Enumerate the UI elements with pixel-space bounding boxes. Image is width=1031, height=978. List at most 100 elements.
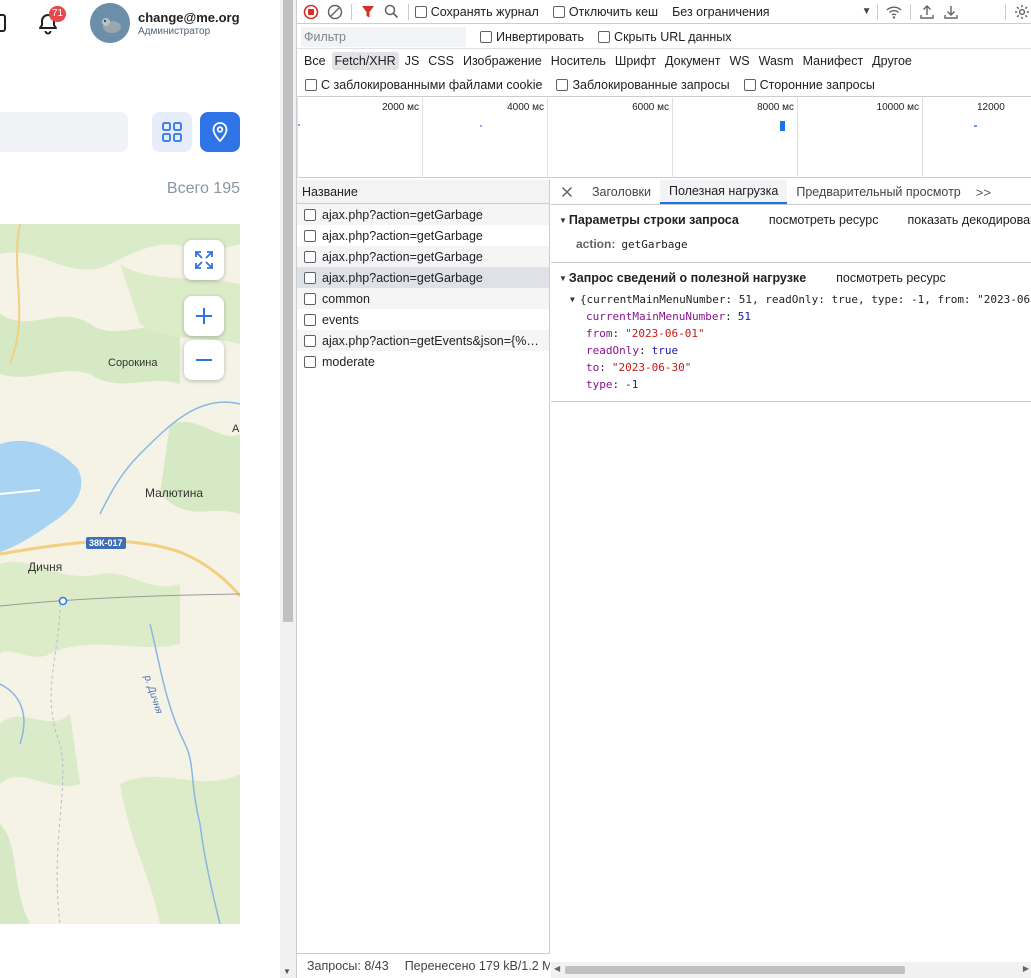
road-number-badge: 38К-017 <box>86 537 126 549</box>
disable-cache-checkbox[interactable]: Отключить кеш <box>552 5 658 19</box>
more-tabs-icon[interactable]: >> <box>970 180 997 204</box>
request-name: ajax.php?action=getGarbage <box>322 207 483 222</box>
request-checkbox[interactable] <box>304 271 316 284</box>
toolbar-divider <box>407 3 409 20</box>
payload-object-summary[interactable]: ▼ {currentMainMenuNumber: 51, readOnly: … <box>551 290 1031 308</box>
details-horizontal-scrollbar[interactable]: ◀ ▶ <box>551 962 1031 978</box>
param-value: getGarbage <box>621 237 688 251</box>
invert-checkbox[interactable]: Инвертировать <box>480 30 584 44</box>
expand-icon <box>195 251 213 269</box>
view-decoded-link[interactable]: показать декодированн <box>908 213 1031 227</box>
throttling-select[interactable]: Без ограничения <box>672 5 770 19</box>
type-filter-8[interactable]: WS <box>726 52 752 70</box>
type-filter-9[interactable]: Wasm <box>756 52 797 70</box>
filter-input[interactable]: Фильтр <box>301 26 466 47</box>
request-row[interactable]: common <box>297 288 549 309</box>
payload-field-key: currentMainMenuNumber <box>586 310 726 323</box>
blocked-cookies-checkbox[interactable]: С заблокированными файлами cookie <box>305 78 542 92</box>
user-avatar[interactable] <box>90 3 130 43</box>
blocked-requests-checkbox[interactable]: Заблокированные запросы <box>556 78 730 92</box>
type-filter-7[interactable]: Документ <box>662 52 723 70</box>
zoom-in-button[interactable] <box>184 296 224 336</box>
partial-toolbar-icon[interactable] <box>0 14 6 32</box>
preserve-log-checkbox[interactable]: Сохранять журнал <box>414 4 539 19</box>
type-filter-11[interactable]: Другое <box>869 52 915 70</box>
user-email[interactable]: change@me.org <box>138 10 240 25</box>
hide-data-urls-label: Скрыть URL данных <box>614 29 732 44</box>
payload-field-row: currentMainMenuNumber:51 <box>586 310 751 323</box>
type-filter-4[interactable]: Изображение <box>460 52 545 70</box>
view-source-link[interactable]: посмотреть ресурс <box>836 271 946 285</box>
type-filter-6[interactable]: Шрифт <box>612 52 659 70</box>
param-key: action: <box>576 237 616 251</box>
request-checkbox[interactable] <box>304 313 316 326</box>
tab-payload[interactable]: Полезная нагрузка <box>659 180 788 204</box>
grid-view-button[interactable] <box>152 112 192 152</box>
scrollbar-thumb[interactable] <box>283 0 293 622</box>
scroll-right-arrow-icon[interactable]: ▶ <box>1023 964 1029 973</box>
type-filter-0[interactable]: Все <box>301 52 329 70</box>
map-view[interactable]: Сорокина Малютина Дичня А 38К-017 р. Дич… <box>0 224 240 924</box>
record-stop-icon[interactable] <box>301 0 321 24</box>
third-party-checkbox[interactable]: Сторонние запросы <box>743 78 875 92</box>
gear-icon[interactable] <box>1012 0 1031 24</box>
map-view-button[interactable] <box>200 112 240 152</box>
filter-icon[interactable] <box>358 0 378 24</box>
request-row[interactable]: ajax.php?action=getGarbage <box>297 204 549 225</box>
request-name: ajax.php?action=getGarbage <box>322 249 483 264</box>
request-checkbox[interactable] <box>304 250 316 263</box>
request-row[interactable]: ajax.php?action=getGarbage <box>297 225 549 246</box>
request-checkbox[interactable] <box>304 229 316 242</box>
hide-data-urls-checkbox[interactable]: Скрыть URL данных <box>598 29 732 44</box>
type-filter-5[interactable]: Носитель <box>548 52 609 70</box>
collapse-triangle-icon[interactable]: ▼ <box>559 274 567 283</box>
query-string-title[interactable]: Параметры строки запроса <box>569 213 739 227</box>
tab-preview[interactable]: Предварительный просмотр <box>787 180 969 204</box>
fullscreen-button[interactable] <box>184 240 224 280</box>
request-row[interactable]: ajax.php?action=getEvents&json={%22... <box>297 330 549 351</box>
page-scrollbar[interactable]: ▼ <box>280 0 296 978</box>
upload-icon[interactable] <box>917 0 937 24</box>
scrollbar-thumb[interactable] <box>565 966 905 974</box>
timeline-tick-label: 6000 мс <box>632 102 669 113</box>
zoom-out-button[interactable] <box>184 340 224 380</box>
request-row[interactable]: events <box>297 309 549 330</box>
network-conditions-icon[interactable] <box>884 0 904 24</box>
search-icon[interactable] <box>382 0 402 24</box>
network-toolbar: Сохранять журнал Отключить кеш Без огран… <box>297 0 1031 24</box>
request-row[interactable]: ajax.php?action=getGarbage <box>297 267 549 288</box>
preserve-log-label: Сохранять журнал <box>430 4 539 19</box>
timeline-tick-label: 4000 мс <box>507 102 544 113</box>
close-details-button[interactable] <box>551 180 583 204</box>
payload-field-value: 51 <box>737 310 751 323</box>
timeline-request-mark <box>780 121 785 131</box>
type-filter-10[interactable]: Манифест <box>800 52 867 70</box>
user-role: Администратор <box>138 26 211 37</box>
scroll-left-arrow-icon[interactable]: ◀ <box>554 964 560 973</box>
request-checkbox[interactable] <box>304 292 316 305</box>
request-checkbox[interactable] <box>304 334 316 347</box>
chevron-down-icon[interactable]: ▼ <box>862 6 872 17</box>
payload-title[interactable]: Запрос сведений о полезной нагрузке <box>569 271 806 285</box>
collapse-triangle-icon[interactable]: ▼ <box>559 216 567 225</box>
payload-field-value: true <box>651 344 679 357</box>
tab-headers[interactable]: Заголовки <box>583 180 660 204</box>
type-filter-2[interactable]: JS <box>402 52 423 70</box>
scroll-down-arrow-icon[interactable]: ▼ <box>283 967 291 976</box>
search-input[interactable] <box>0 112 128 152</box>
request-row[interactable]: moderate <box>297 351 549 372</box>
download-icon[interactable] <box>941 0 961 24</box>
type-filter-1[interactable]: Fetch/XHR <box>331 52 399 70</box>
view-source-link[interactable]: посмотреть ресурс <box>769 213 879 227</box>
timeline-overview[interactable]: 2000 мс 4000 мс 6000 мс 8000 мс 10000 мс… <box>297 98 1031 178</box>
query-param-row: action: getGarbage <box>551 234 1031 254</box>
request-checkbox[interactable] <box>304 208 316 221</box>
invert-label: Инвертировать <box>496 29 585 44</box>
expand-triangle-icon[interactable]: ▼ <box>570 295 575 304</box>
request-row[interactable]: ajax.php?action=getGarbage <box>297 246 549 267</box>
clear-icon[interactable] <box>325 0 345 24</box>
type-filter-3[interactable]: CSS <box>425 52 457 70</box>
timeline-request-mark <box>480 125 482 127</box>
column-header-name[interactable]: Название <box>297 180 549 204</box>
request-checkbox[interactable] <box>304 355 316 368</box>
